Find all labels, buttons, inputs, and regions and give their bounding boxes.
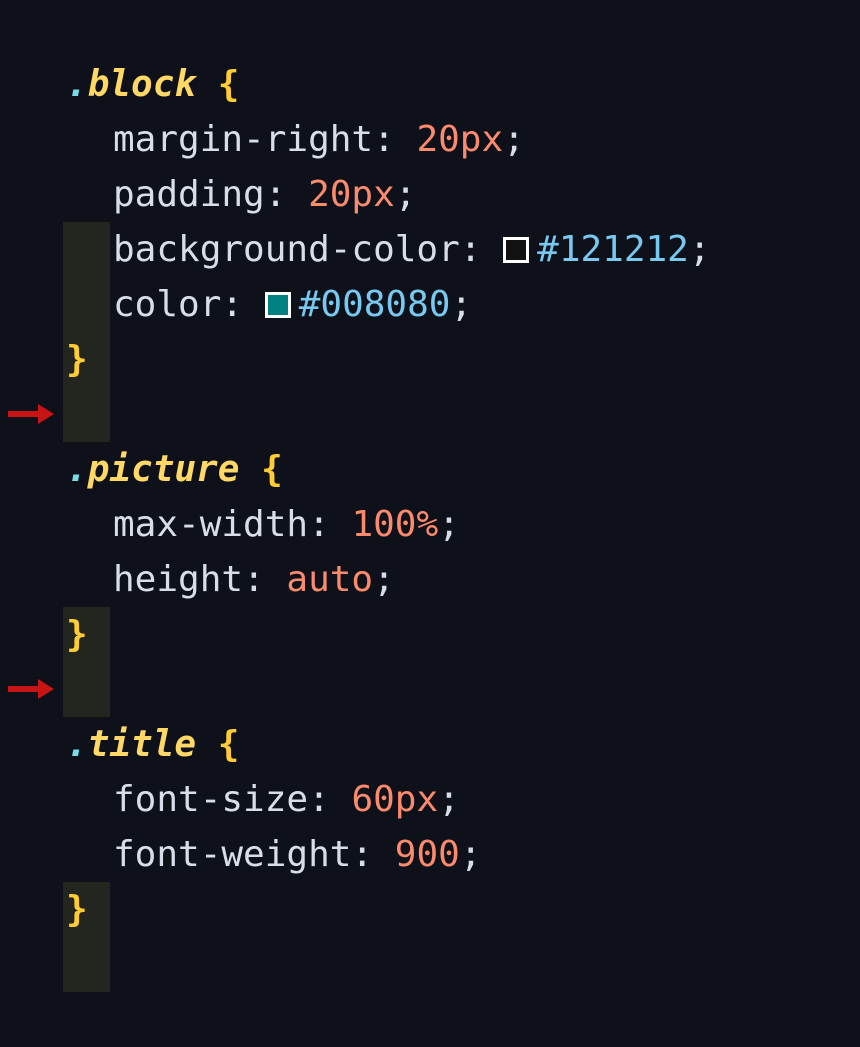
rule-title-selector-line[interactable]: .title {	[0, 717, 860, 772]
open-brace: {	[261, 449, 283, 490]
declaration-line[interactable]: background-color: #121212;	[0, 222, 860, 387]
property-value: #008080	[298, 284, 451, 325]
selector: .picture	[66, 449, 240, 490]
property-value: 20px	[416, 119, 504, 160]
rule-picture-selector-line[interactable]: .picture {	[0, 442, 860, 497]
color-swatch-icon[interactable]	[264, 291, 291, 318]
property-name: background-color	[113, 229, 460, 270]
code-editor[interactable]: .block { margin-right: 20px; padding: 20…	[0, 0, 860, 995]
close-brace: }	[66, 339, 88, 380]
property-name: font-size	[113, 779, 309, 820]
blank-line[interactable]	[0, 387, 860, 442]
property-name: margin-right	[113, 119, 374, 160]
blank-line[interactable]	[0, 662, 860, 717]
declaration-line[interactable]: max-width: 100%;	[0, 497, 860, 662]
selector: .title	[66, 724, 197, 765]
declaration-line[interactable]: margin-right: 20px;	[0, 112, 860, 277]
property-name: padding	[113, 174, 265, 215]
property-name: font-weight	[113, 834, 352, 875]
property-value: auto	[286, 559, 374, 600]
property-value: 20px	[308, 174, 395, 215]
rule-block-close-line[interactable]: }	[0, 332, 860, 387]
declaration-line[interactable]: padding: 20px;	[0, 167, 860, 332]
rule-title-close-line[interactable]: }	[0, 882, 860, 937]
property-name: color	[113, 284, 222, 325]
open-brace: {	[217, 724, 240, 765]
property-name: height	[113, 559, 244, 600]
rule-picture-close-line[interactable]: }	[0, 607, 860, 662]
close-brace: }	[66, 614, 88, 655]
property-value: #121212	[537, 229, 689, 270]
rule-block-selector-line[interactable]: .block {	[0, 57, 860, 112]
red-arrow-icon	[8, 404, 54, 424]
close-brace: }	[66, 889, 88, 930]
declaration-line[interactable]: color: #008080;	[0, 277, 860, 442]
declaration-line[interactable]: height: auto;	[0, 552, 860, 717]
property-value: 100%	[351, 504, 439, 545]
color-swatch-icon[interactable]	[503, 236, 530, 263]
red-arrow-icon	[8, 679, 54, 699]
declaration-line[interactable]: font-size: 60px;	[0, 772, 860, 937]
open-brace: {	[217, 64, 240, 105]
property-value: 900	[394, 834, 460, 875]
property-name: max-width	[113, 504, 309, 545]
selector: .block	[66, 64, 197, 105]
declaration-line[interactable]: font-weight: 900;	[0, 827, 860, 992]
property-value: 60px	[351, 779, 439, 820]
